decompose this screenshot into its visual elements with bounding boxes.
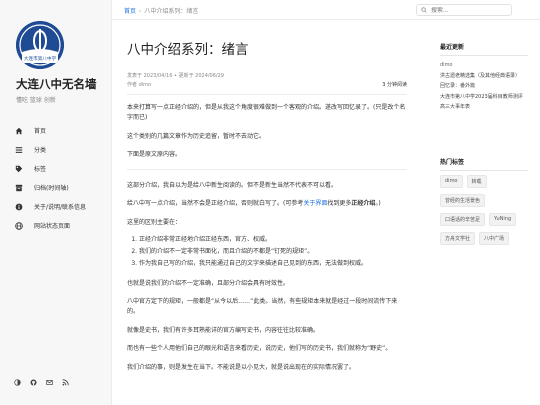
mail-icon[interactable] xyxy=(46,379,53,386)
nav-label: 关于/说明/联系信息 xyxy=(34,204,87,211)
recent-item[interactable]: 回忆录：番外篇 xyxy=(440,81,532,92)
search-input[interactable] xyxy=(431,6,511,14)
post-title: 八中介绍系列：绪言 xyxy=(127,42,249,58)
tag-chip[interactable]: 转载 xyxy=(466,174,487,188)
post-content: 本来打算写一点正经介绍的，但是从我这个角度很难做到一个客观的介绍。遂改写回忆录了… xyxy=(127,103,407,373)
paragraph: 这部分介绍，我自以为是给八中新生阅读的。但不是新生当然不代表不可以看。 xyxy=(127,181,338,189)
paragraph: 这个类别的几篇文章作为历史追留，暂时不去动它。 xyxy=(127,132,266,140)
about-page-link[interactable]: 关于界面 xyxy=(303,200,327,207)
breadcrumb-current: 八中介绍系列：绪言 xyxy=(144,8,199,15)
top-bar: 首页 › 八中介绍系列：绪言 xyxy=(112,0,540,20)
sidebar-nav: 首页 分类 标签 归档(时间轴) 关于/说明/联系信息 网站状态页面 xyxy=(14,121,86,235)
rss-icon[interactable] xyxy=(62,379,69,386)
breadcrumb-separator: › xyxy=(139,8,142,15)
home-icon xyxy=(14,126,24,136)
content-divider xyxy=(127,168,407,170)
nav-label: 首页 xyxy=(34,128,47,135)
list-item: 我们的介绍不一定非常书面化，而且介绍的不都是“钉死的规矩”。 xyxy=(139,246,407,258)
nav-item-home[interactable]: 首页 xyxy=(14,121,86,140)
popular-tags-heading: 热门标签 xyxy=(440,158,465,166)
breadcrumb-home-link[interactable]: 首页 xyxy=(124,8,136,15)
tag-chip[interactable]: 曾经的生活景色 xyxy=(440,193,486,207)
recent-item[interactable]: 洪古遗老精选集（及其他经典语录） xyxy=(440,71,532,82)
archive-icon xyxy=(14,183,24,193)
panel-divider xyxy=(440,169,528,171)
paragraph: 八中官方定下的规矩，一般都是“从今以后……”此类。当然，有些规矩本来就是经过一段… xyxy=(127,298,398,315)
post-author: 作者 dimo xyxy=(127,82,152,88)
list-item: 正经介绍非常正经地介绍正经东西，官方、权威。 xyxy=(139,234,407,246)
meta-divider xyxy=(127,94,407,95)
list-item: 作为我自己写的介绍，我只能通过自己的文字来描述自己见到的东西，无法做到权威。 xyxy=(139,258,407,270)
recent-updates-heading: 最近更新 xyxy=(440,44,465,51)
nav-item-tags[interactable]: 标签 xyxy=(14,159,86,178)
post-article: 八中介绍系列：绪言 发表于 2023/04/16 • 更新于 2024/06/2… xyxy=(127,38,407,381)
recent-item[interactable]: 大连市第八中学2023届科目教师测评 xyxy=(440,92,532,103)
theme-toggle-icon[interactable] xyxy=(14,379,21,386)
recent-item[interactable]: dimo xyxy=(440,60,532,71)
bold-text: 正经介绍 xyxy=(351,200,376,207)
ordered-list: 正经介绍非常正经地介绍正经东西，官方、权威。 我们的介绍不一定非常书面化，而且介… xyxy=(139,234,407,270)
tag-chip[interactable]: YuNing xyxy=(489,212,517,226)
text-run: 。) xyxy=(375,200,381,207)
nav-label: 分类 xyxy=(34,147,47,154)
search-icon xyxy=(421,7,427,13)
paragraph: 就像是史书，我们有许多耳熟能详的官方编写史书，内容往往比较准确。 xyxy=(127,326,320,334)
post-published-date: 发表于 2023/04/16 xyxy=(127,73,173,79)
breadcrumb: 首页 › 八中介绍系列：绪言 xyxy=(124,6,198,15)
recent-updates-list: dimo 洪古遗老精选集（及其他经典语录） 回忆录：番外篇 大连市第八中学202… xyxy=(440,60,532,113)
nav-item-archive[interactable]: 归档(时间轴) xyxy=(14,178,86,197)
paragraph: 我们介绍的事，则是发生在当下。不能说是以小见大，就是说出现在的实际情况罢了。 xyxy=(127,363,356,371)
menu-icon xyxy=(14,145,24,155)
text-run: 找到更多 xyxy=(327,200,352,207)
paragraph: 下面是原文原内容。 xyxy=(127,151,182,158)
tag-cloud: dimo 转载 曾经的生活景色 口语话的辛苦足 YuNing 方舟文学社 八中广… xyxy=(440,174,532,251)
site-title[interactable]: 大连八中无名墙 xyxy=(16,76,97,92)
tag-icon xyxy=(14,164,24,174)
tag-chip[interactable]: 方舟文学社 xyxy=(440,231,476,245)
paragraph: 本来打算写一点正经介绍的，但是从我这个角度很难做到一个客观的介绍。遂改写回忆录了… xyxy=(127,104,406,121)
globe-icon xyxy=(14,221,24,231)
paragraph: 这里的区别主要在： xyxy=(127,218,182,226)
school-emblem-icon: 大连市第八中学 xyxy=(16,21,64,69)
sidebar-footer-icons xyxy=(14,379,78,386)
post-meta: 发表于 2023/04/16 • 更新于 2024/06/29 作者 dimo … xyxy=(127,72,407,90)
site-subtitle: 懂吃 篮球 创新 xyxy=(16,97,56,104)
tag-chip[interactable]: dimo xyxy=(440,174,463,188)
panel-divider xyxy=(440,55,528,56)
nav-label: 归档(时间轴) xyxy=(34,185,69,192)
info-icon xyxy=(14,202,24,212)
nav-label: 网站状态页面 xyxy=(34,223,71,230)
logo-text: 大连市第八中学 xyxy=(24,55,57,62)
tag-chip[interactable]: 八中广场 xyxy=(479,231,510,245)
github-icon[interactable] xyxy=(30,379,37,386)
nav-item-status[interactable]: 网站状态页面 xyxy=(14,216,86,235)
sidebar: 大连市第八中学 大连八中无名墙 懂吃 篮球 创新 首页 分类 标签 归档(时间轴… xyxy=(0,0,112,405)
paragraph: 给八中写一点介绍，当然不会是正经介绍，否则就白写了。(可参考关于界面找到更多正经… xyxy=(127,199,407,209)
search-box[interactable] xyxy=(416,4,512,16)
paragraph: 而也有一些个人用他们自己的眼光和语言来看历史，说历史，他们写的历史书，我们就称为… xyxy=(127,345,392,352)
post-updated-date: 更新于 2024/06/29 xyxy=(178,73,224,79)
nav-item-categories[interactable]: 分类 xyxy=(14,140,86,159)
nav-item-about[interactable]: 关于/说明/联系信息 xyxy=(14,197,86,216)
paragraph: 也就是说我们的介绍不一定准确，且部分介绍会具有时效性。 xyxy=(127,279,290,287)
text-run: 给八中写一点介绍，当然不会是正经介绍，否则就白写了。(可参考 xyxy=(127,200,304,207)
nav-label: 标签 xyxy=(34,166,47,173)
site-logo[interactable]: 大连市第八中学 xyxy=(16,21,64,69)
right-panel: 最近更新 dimo 洪古遗老精选集（及其他经典语录） 回忆录：番外篇 大连市第八… xyxy=(440,42,532,251)
read-time: 3 分钟阅读 xyxy=(382,82,407,88)
tag-chip[interactable]: 口语话的辛苦足 xyxy=(440,212,486,226)
recent-item[interactable]: 高三大事年表 xyxy=(440,102,532,113)
